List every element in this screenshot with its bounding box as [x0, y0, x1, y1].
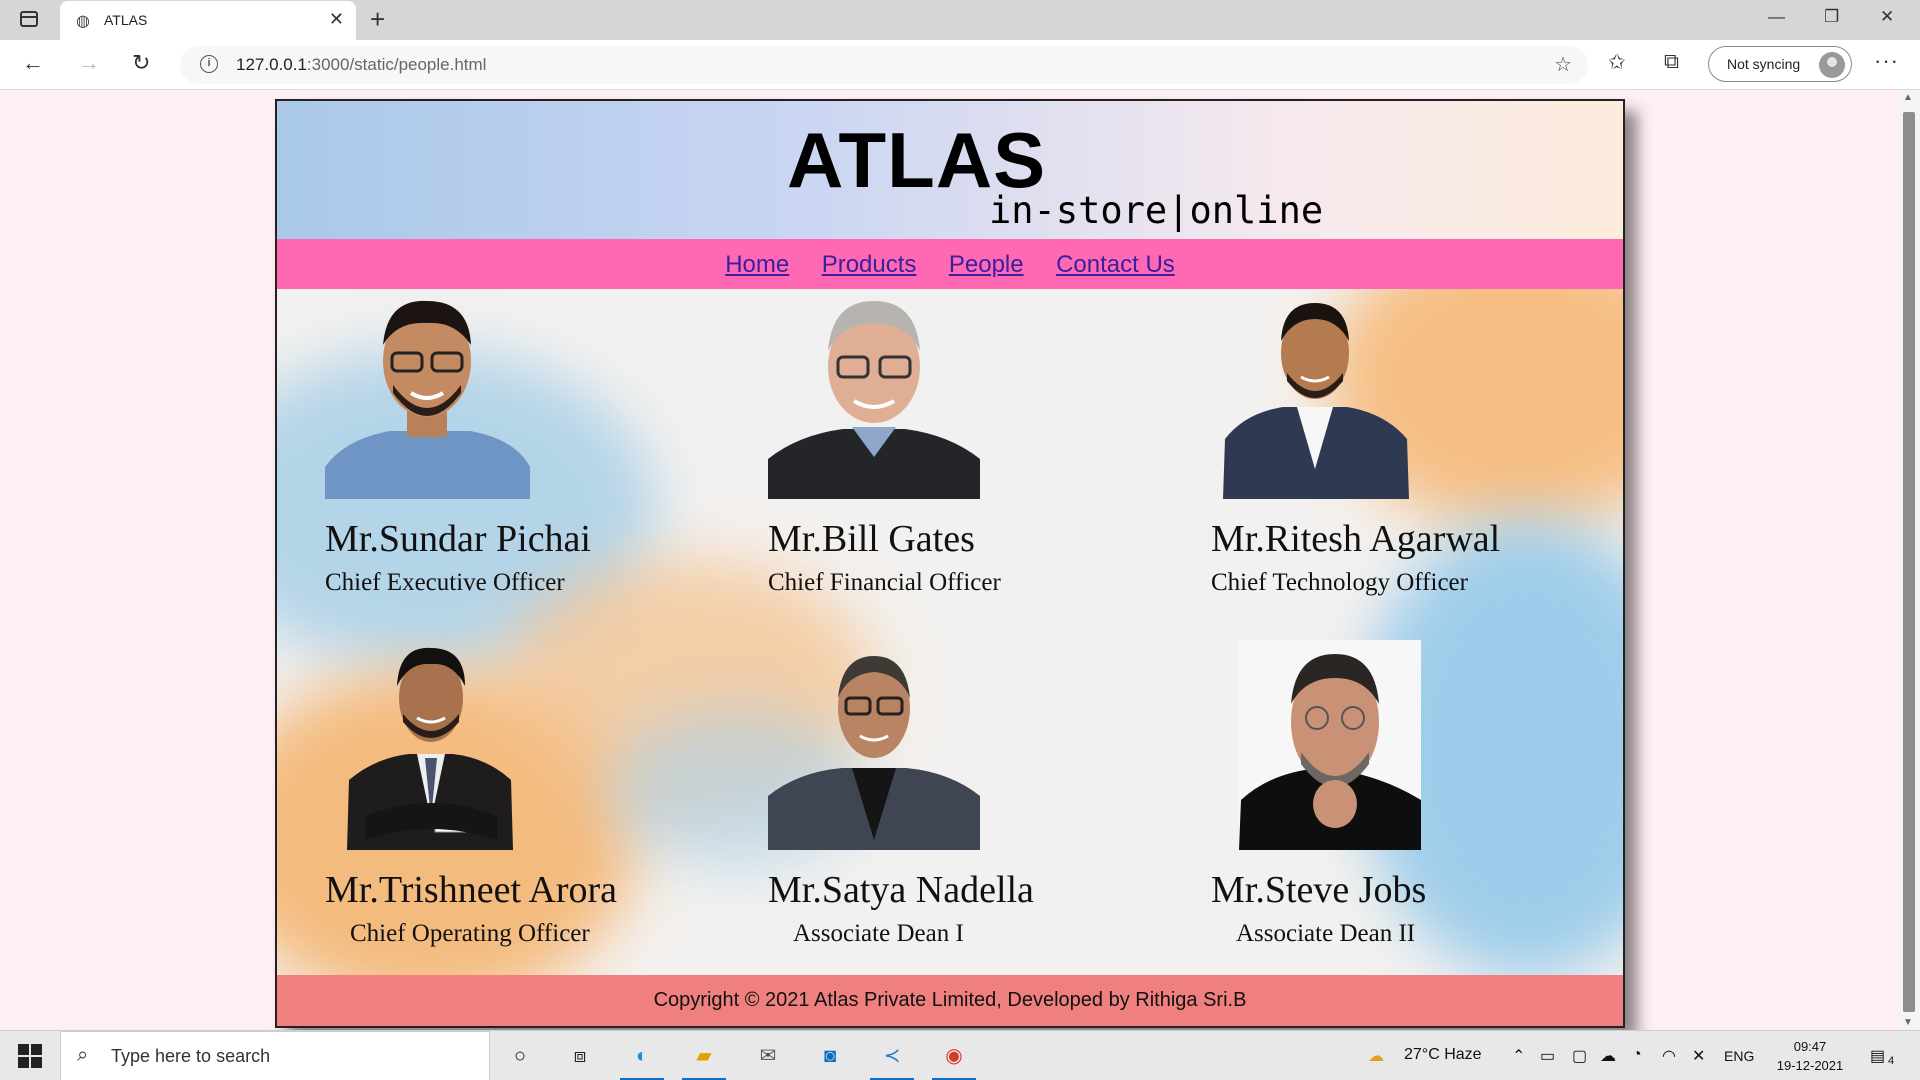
notifications-icon[interactable]: ▤	[1870, 1046, 1885, 1066]
battery-icon[interactable]: ▭	[1540, 1046, 1555, 1066]
mail-icon[interactable]: ✉	[752, 1041, 784, 1071]
sync-label: Not syncing	[1727, 56, 1801, 72]
favorites-icon[interactable]: ✩	[1608, 50, 1626, 75]
person-photo	[325, 289, 745, 499]
close-window-icon[interactable]: ✕	[1880, 7, 1894, 27]
person-role: Associate Dean I	[793, 920, 964, 947]
forward-icon[interactable]: →	[78, 50, 100, 76]
person-name: Mr.Steve Jobs	[1211, 869, 1427, 911]
weather-icon[interactable]: ☁	[1368, 1046, 1384, 1066]
page-scrollbar[interactable]: ▲ ▼	[1898, 90, 1920, 1030]
close-tab-icon[interactable]: ✕	[329, 9, 344, 30]
clock[interactable]: 09:47 19-12-2021	[1770, 1037, 1850, 1075]
avatar	[1819, 52, 1845, 78]
dell-icon[interactable]: ◙	[814, 1041, 846, 1071]
file-explorer-icon[interactable]: ▰	[688, 1041, 720, 1071]
person-photo	[1211, 289, 1623, 499]
nav-link-home[interactable]: Home	[725, 251, 789, 278]
person-photo	[1211, 640, 1623, 850]
site-header: ATLAS in-store|online	[277, 101, 1623, 239]
person-card: Mr.Bill Gates Chief Financial Officer	[768, 289, 1188, 597]
person-card: Mr.Ritesh Agarwal Chief Technology Offic…	[1211, 289, 1623, 597]
taskbar-search-input[interactable]: ⌕ Type here to search	[60, 1031, 490, 1080]
clock-date: 19-12-2021	[1776, 1058, 1844, 1073]
browser-tab-bar: ◍ ATLAS ✕ + — ❐ ✕	[0, 0, 1920, 40]
address-bar[interactable]: i 127.0.0.1:3000/static/people.html ☆	[180, 46, 1588, 84]
language-indicator[interactable]: ENG	[1724, 1048, 1754, 1064]
tab-title: ATLAS	[104, 12, 148, 28]
collections-icon[interactable]: ⧉	[1664, 50, 1679, 74]
person-card: Mr.Trishneet Arora Chief Operating Offic…	[325, 640, 745, 948]
edge-icon[interactable]: ◐	[626, 1041, 658, 1071]
site-nav: Home Products People Contact Us	[277, 239, 1623, 289]
more-options-icon[interactable]: ···	[1874, 48, 1899, 74]
url-text[interactable]: 127.0.0.1:3000/static/people.html	[236, 55, 486, 75]
site-info-icon[interactable]: i	[200, 55, 218, 73]
person-name: Mr.Bill Gates	[768, 518, 975, 560]
vscode-icon[interactable]: ≺	[876, 1041, 908, 1071]
person-card: Mr.Steve Jobs Associate Dean II	[1211, 640, 1623, 948]
scroll-up-icon[interactable]: ▲	[1903, 92, 1913, 103]
notification-count: 4	[1888, 1055, 1895, 1067]
taskbar: ⌕ Type here to search ○ ⧈ ◐ ▰ ✉ ◙ ≺ ◉ ☁ …	[0, 1030, 1920, 1080]
people-section: Mr.Sundar Pichai Chief Executive Officer…	[277, 289, 1623, 975]
restore-icon[interactable]: ❐	[1824, 7, 1839, 27]
search-icon: ⌕	[77, 1044, 89, 1066]
nav-link-products[interactable]: Products	[822, 251, 917, 278]
onedrive-icon[interactable]: ☁	[1600, 1046, 1616, 1066]
person-name: Mr.Sundar Pichai	[325, 518, 591, 560]
person-photo	[768, 640, 1188, 850]
new-tab-icon[interactable]: +	[370, 4, 385, 35]
network-icon[interactable]: ◔	[1632, 1046, 1642, 1064]
chrome-icon[interactable]: ◉	[938, 1041, 970, 1071]
tab-actions-icon[interactable]	[20, 11, 38, 27]
windows-start-icon[interactable]	[18, 1044, 42, 1068]
page-container: ATLAS in-store|online Home Products Peop…	[275, 99, 1625, 1028]
person-photo	[325, 640, 745, 850]
clock-time: 09:47	[1793, 1039, 1827, 1054]
person-role: Associate Dean II	[1236, 920, 1416, 947]
volume-muted-icon[interactable]: ✕	[1692, 1046, 1705, 1066]
meet-now-icon[interactable]: ▢	[1572, 1046, 1587, 1066]
person-role: Chief Financial Officer	[768, 569, 1001, 596]
person-role: Chief Executive Officer	[325, 569, 565, 596]
site-tagline: in-store|online	[989, 189, 1324, 232]
task-view-icon[interactable]: ⧈	[564, 1041, 596, 1071]
add-favorite-icon[interactable]: ☆	[1554, 52, 1572, 77]
person-role: Chief Technology Officer	[1211, 569, 1468, 596]
wifi-icon[interactable]: ◠	[1662, 1046, 1676, 1066]
person-role: Chief Operating Officer	[350, 920, 590, 947]
chevron-up-icon[interactable]: ⌃	[1512, 1046, 1525, 1066]
person-name: Mr.Ritesh Agarwal	[1211, 518, 1501, 560]
person-name: Mr.Trishneet Arora	[325, 869, 618, 911]
weather-text[interactable]: 27°C Haze	[1404, 1046, 1482, 1064]
person-photo	[768, 289, 1188, 499]
browser-tab[interactable]: ◍ ATLAS ✕	[60, 1, 356, 40]
scroll-thumb[interactable]	[1903, 112, 1915, 1012]
person-card: Mr.Satya Nadella Associate Dean I	[768, 640, 1188, 948]
site-footer: Copyright © 2021 Atlas Private Limited, …	[277, 975, 1623, 1026]
person-name: Mr.Satya Nadella	[768, 869, 1034, 911]
profile-sync-button[interactable]: Not syncing	[1708, 46, 1852, 82]
person-card: Mr.Sundar Pichai Chief Executive Officer	[325, 289, 745, 597]
nav-link-people[interactable]: People	[949, 251, 1024, 278]
scroll-down-icon[interactable]: ▼	[1903, 1017, 1913, 1028]
browser-toolbar: ← → ↻ i 127.0.0.1:3000/static/people.htm…	[0, 40, 1920, 90]
back-icon[interactable]: ←	[22, 50, 44, 76]
globe-icon: ◍	[76, 13, 90, 30]
cortana-icon[interactable]: ○	[504, 1041, 536, 1071]
nav-link-contact[interactable]: Contact Us	[1056, 251, 1175, 278]
search-placeholder: Type here to search	[111, 1046, 271, 1066]
minimize-icon[interactable]: —	[1768, 7, 1785, 27]
refresh-icon[interactable]: ↻	[132, 50, 150, 76]
